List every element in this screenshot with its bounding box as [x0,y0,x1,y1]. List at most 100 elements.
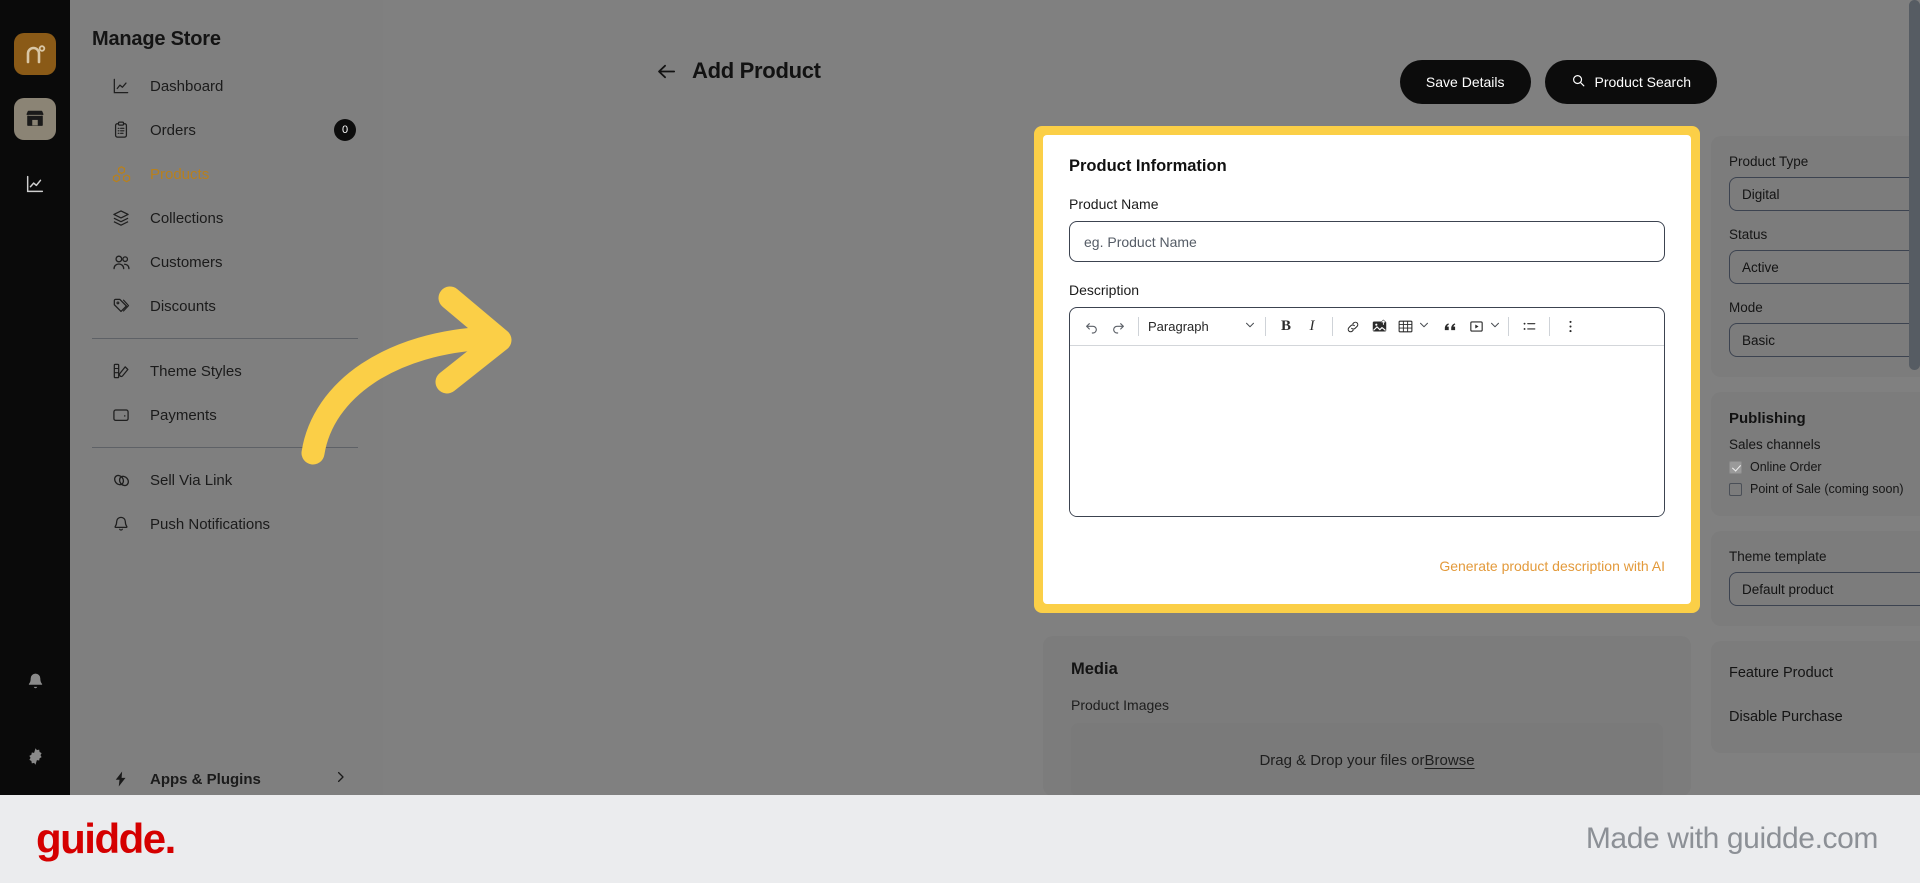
header-actions: Save Details Product Search [1399,60,1717,104]
back-arrow-icon[interactable] [655,60,678,83]
guidde-footer: guidde. Made with guidde.com [0,795,1920,883]
table-button[interactable] [1392,314,1430,340]
description-editor: Paragraph B I [1069,307,1665,517]
product-information-title: Product Information [1069,157,1227,175]
status-select[interactable]: Active [1729,250,1920,284]
mode-label: Mode [1729,300,1763,315]
redo-icon[interactable] [1105,314,1131,340]
more-vertical-icon[interactable] [1557,314,1583,340]
sidebar-item-collections[interactable]: Collections [92,196,362,240]
clipboard-icon [110,119,132,141]
link-icon[interactable] [1340,314,1366,340]
media-dropzone[interactable]: Drag & Drop your files or Browse [1071,723,1663,795]
blockquote-icon[interactable] [1437,314,1463,340]
block-style-select[interactable]: Paragraph [1146,314,1258,340]
highlight-border: Product Information Product Name Descrip… [1034,126,1700,613]
toolbar-divider [1265,317,1266,336]
channel-online-order-label: Online Order [1750,460,1822,474]
undo-icon[interactable] [1079,314,1105,340]
bullet-list-icon[interactable] [1516,314,1542,340]
sidebar-item-theme-styles[interactable]: Theme Styles [92,349,362,393]
channel-point-of-sale-row[interactable]: Point of Sale (coming soon) [1729,482,1920,496]
product-flags-card: Feature Product Disable Purchase [1711,641,1920,753]
product-name-label: Product Name [1069,196,1159,212]
users-icon [110,251,132,273]
guidde-logo: guidde. [36,815,176,862]
mode-select[interactable]: Basic [1729,323,1920,357]
rail-item-analytics[interactable] [14,163,56,205]
image-upload-icon[interactable] [1366,314,1392,340]
sidebar-item-products[interactable]: Products [92,152,362,196]
checkbox-online-order[interactable] [1729,460,1742,474]
sidebar-item-label: Products [150,165,210,183]
toolbar-divider [1138,317,1139,336]
sidebar-item-label: Payments [150,406,217,424]
generate-ai-description-link[interactable]: Generate product description with AI [1439,558,1665,574]
tag-icon [110,295,132,317]
browse-link[interactable]: Browse [1425,752,1475,769]
channel-online-order-row[interactable]: Online Order [1729,460,1920,474]
gear-icon[interactable] [14,735,56,777]
palette-icon [110,360,132,382]
theme-template-card: Theme template Default product [1711,531,1920,626]
sidebar-item-push-notifications[interactable]: Push Notifications [92,502,362,546]
sidebar-title: Manage Store [92,28,221,50]
sidebar-item-payments[interactable]: Payments [92,393,362,437]
bell-icon[interactable] [14,660,56,702]
disable-purchase-row: Disable Purchase [1729,695,1920,739]
publishing-title: Publishing [1729,410,1806,427]
product-settings-card: Product Type Digital Status Active Mode … [1711,136,1920,377]
nuvio-logo-icon[interactable] [14,33,56,75]
sidebar-item-apps-plugins[interactable]: Apps & Plugins [92,762,362,795]
link-icon [110,469,132,491]
channel-point-of-sale-label: Point of Sale (coming soon) [1750,482,1904,496]
theme-template-value: Default product [1742,581,1834,597]
table-icon [1392,314,1418,340]
lightning-bolt-icon [110,768,132,790]
bell-outline-icon [110,513,132,535]
sidebar-item-sell-via-link[interactable]: Sell Via Link [92,458,362,502]
chevron-down-icon [1418,318,1430,336]
rail-item-store[interactable] [14,98,56,140]
product-type-value: Digital [1742,186,1780,202]
product-information-card: Product Information Product Name Descrip… [1043,135,1691,604]
sidebar-item-orders[interactable]: Orders 0 [92,108,362,152]
description-label: Description [1069,282,1140,298]
theme-template-label: Theme template [1729,549,1827,564]
chevron-down-icon [1244,319,1256,334]
page-title: Add Product [692,58,821,83]
save-details-label: Save Details [1425,74,1505,90]
checkbox-point-of-sale[interactable] [1729,482,1742,496]
sidebar-item-discounts[interactable]: Discounts [92,284,362,328]
dropzone-text: Drag & Drop your files or [1259,751,1425,769]
mode-value: Basic [1742,332,1776,348]
sidebar-item-label: Sell Via Link [150,471,233,489]
product-type-select[interactable]: Digital [1729,177,1920,211]
chart-line-icon [110,75,132,97]
product-search-label: Product Search [1594,74,1692,90]
made-with-guidde-label: Made with guidde.com [1585,822,1879,855]
sidebar-item-label: Orders [150,121,196,139]
product-images-label: Product Images [1071,697,1170,713]
status-value: Active [1742,259,1779,275]
sidebar-item-dashboard[interactable]: Dashboard [92,64,362,108]
sidebar-item-label: Customers [150,253,223,271]
sidebar-item-label: Discounts [150,297,216,315]
product-name-input[interactable] [1069,221,1665,262]
boxes-icon [110,163,132,185]
wallet-icon [110,404,132,426]
theme-template-select[interactable]: Default product [1729,572,1920,606]
status-label: Status [1729,227,1768,242]
sidebar-divider-1 [92,338,358,339]
page-scrollbar[interactable] [1909,0,1920,370]
sidebar-item-customers[interactable]: Customers [92,240,362,284]
bold-button[interactable]: B [1273,314,1299,340]
product-search-button[interactable]: Product Search [1544,60,1717,104]
italic-button[interactable]: I [1299,314,1325,340]
orders-badge: 0 [334,119,356,141]
video-button[interactable] [1463,314,1501,340]
sidebar-item-label: Theme Styles [150,362,242,380]
save-details-button[interactable]: Save Details [1399,60,1531,104]
feature-product-row: Feature Product [1729,651,1920,695]
description-editor-body[interactable] [1070,346,1664,516]
